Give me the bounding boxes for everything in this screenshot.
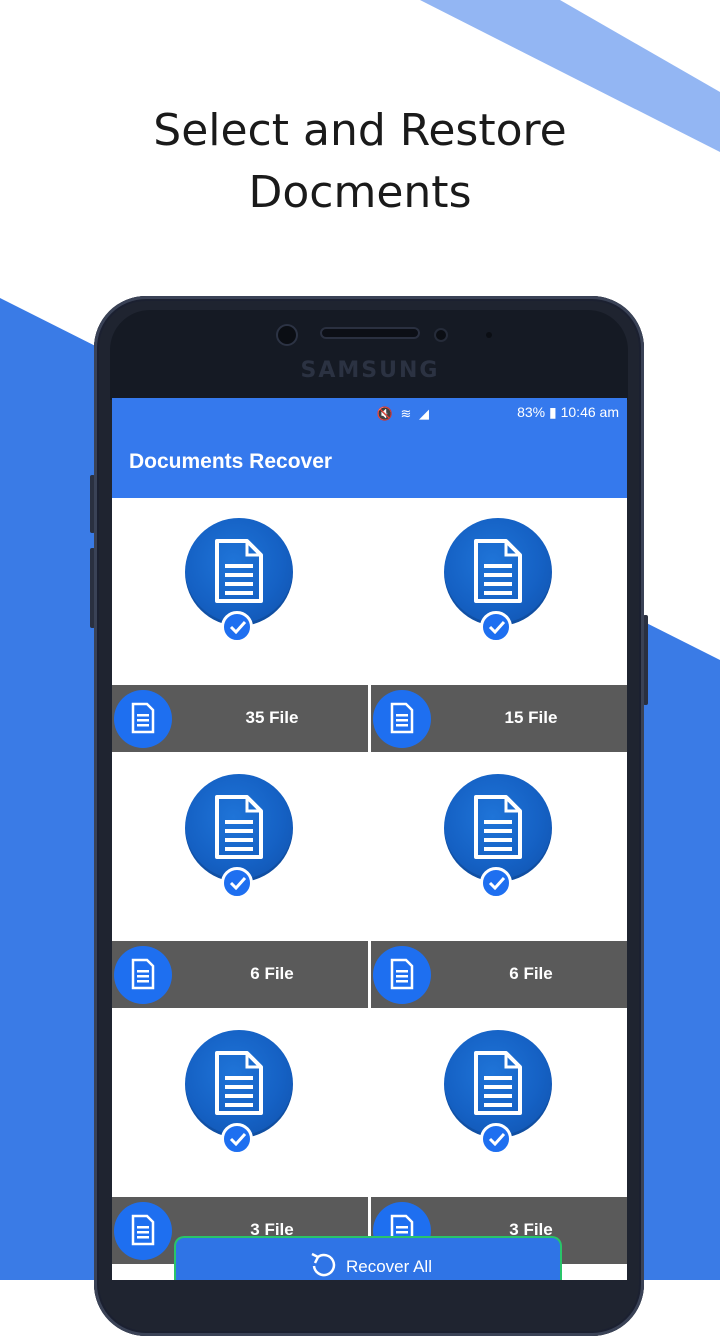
earpiece-speaker bbox=[320, 327, 420, 339]
folder-info-bar: 15 File bbox=[371, 685, 627, 752]
file-count: 6 File bbox=[509, 964, 553, 983]
folder-card[interactable]: 6 File bbox=[371, 754, 627, 1010]
recover-all-button[interactable]: Recover All bbox=[174, 1236, 562, 1280]
file-count: 35 File bbox=[245, 708, 299, 727]
headline-line-2: Docments bbox=[248, 167, 472, 218]
front-camera bbox=[278, 326, 296, 344]
document-mini-icon bbox=[114, 690, 172, 748]
folder-info-bar: 35 File bbox=[112, 685, 368, 752]
folder-info-bar: 6 File bbox=[112, 941, 368, 1008]
status-battery-time: 83% ▮ 10:46 am bbox=[517, 404, 619, 420]
folder-info-bar: 6 File bbox=[371, 941, 627, 1008]
document-folder-icon bbox=[185, 518, 293, 626]
document-folder-icon bbox=[185, 1030, 293, 1138]
phone-screen: 🔇 ≋ ◢ 83% ▮ 10:46 am Documents Recover 3… bbox=[112, 398, 627, 1280]
selected-check-icon[interactable] bbox=[221, 611, 253, 643]
recover-all-label: Recover All bbox=[346, 1257, 432, 1276]
folder-card[interactable]: 3 File bbox=[371, 1010, 627, 1266]
document-folder-icon bbox=[444, 1030, 552, 1138]
selected-check-icon[interactable] bbox=[221, 1123, 253, 1155]
document-folder-icon bbox=[444, 518, 552, 626]
restore-icon bbox=[311, 1252, 336, 1277]
headline-line-1: Select and Restore bbox=[153, 105, 567, 156]
file-count: 6 File bbox=[250, 964, 294, 983]
app-bar: Documents Recover bbox=[112, 428, 627, 498]
document-mini-icon bbox=[114, 1202, 172, 1260]
phone-top-bezel bbox=[110, 310, 628, 400]
proximity-sensor bbox=[436, 330, 446, 340]
selected-check-icon[interactable] bbox=[480, 867, 512, 899]
file-count: 15 File bbox=[504, 708, 558, 727]
document-folder-icon bbox=[185, 774, 293, 882]
folder-card[interactable]: 6 File bbox=[112, 754, 368, 1010]
folder-card[interactable]: 3 File bbox=[112, 1010, 368, 1266]
selected-check-icon[interactable] bbox=[480, 1123, 512, 1155]
document-mini-icon bbox=[114, 946, 172, 1004]
folder-card[interactable]: 35 File bbox=[112, 498, 368, 754]
document-folder-icon bbox=[444, 774, 552, 882]
light-sensor bbox=[486, 332, 492, 338]
folder-card[interactable]: 15 File bbox=[371, 498, 627, 754]
status-bar: 🔇 ≋ ◢ 83% ▮ 10:46 am bbox=[112, 398, 627, 428]
app-title: Documents Recover bbox=[129, 450, 333, 473]
selected-check-icon[interactable] bbox=[221, 867, 253, 899]
document-mini-icon bbox=[373, 690, 431, 748]
document-mini-icon bbox=[373, 946, 431, 1004]
promo-headline: Select and Restore Docments bbox=[0, 100, 720, 224]
status-icons: 🔇 ≋ ◢ bbox=[376, 406, 431, 421]
phone-brand-logo: SAMSUNG bbox=[300, 358, 440, 383]
selected-check-icon[interactable] bbox=[480, 611, 512, 643]
